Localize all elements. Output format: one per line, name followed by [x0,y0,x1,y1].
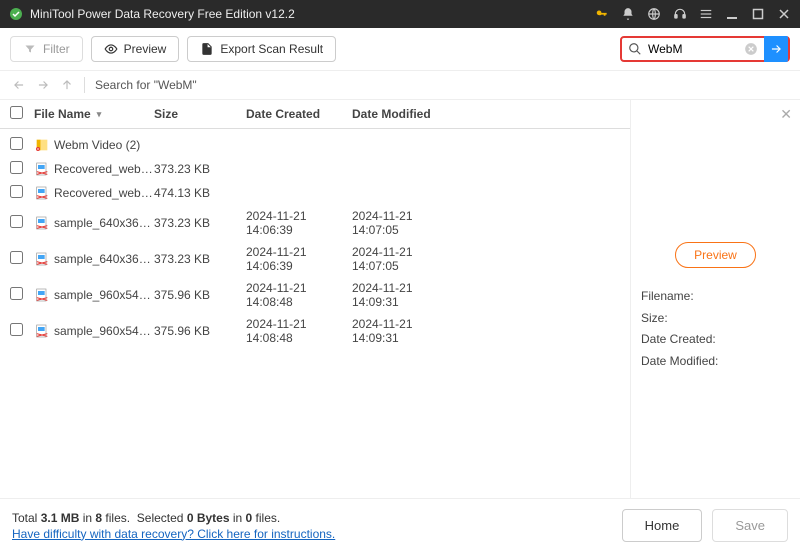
key-icon[interactable] [594,6,610,22]
meta-size: Size: [641,308,790,330]
row-checkbox[interactable] [10,251,23,264]
save-button[interactable]: Save [712,509,788,542]
file-size: 373.23 KB [154,252,246,266]
up-icon[interactable] [60,78,74,92]
nav-bar: Search for "WebM" [0,71,800,100]
row-checkbox[interactable] [10,161,23,174]
globe-icon[interactable] [646,6,662,22]
file-size: 373.23 KB [154,216,246,230]
file-size: 373.23 KB [154,162,246,176]
table-row[interactable]: sample_960x540...375.96 KB2024-11-21 14:… [0,277,630,313]
file-modified: 2024-11-21 14:09:31 [352,281,458,309]
footer: Total 3.1 MB in 8 files. Selected 0 Byte… [0,498,800,552]
toolbar: Filter Preview Export Scan Result [0,28,800,71]
menu-icon[interactable] [698,6,714,22]
row-checkbox[interactable] [10,287,23,300]
home-button[interactable]: Home [622,509,703,542]
minimize-icon[interactable] [724,6,740,22]
filter-label: Filter [43,42,70,56]
file-created: 2024-11-21 14:06:39 [246,245,352,273]
filter-icon [23,42,37,56]
file-table: File Name▾ Size Date Created Date Modifi… [0,100,630,498]
row-checkbox[interactable] [10,185,23,198]
table-row[interactable]: Webm Video (2) [0,133,630,157]
close-preview-icon[interactable]: ✕ [780,106,792,123]
row-checkbox[interactable] [10,215,23,228]
preview-pane: ✕ Preview Filename: Size: Date Created: … [630,100,800,498]
table-row[interactable]: sample_960x540...375.96 KB2024-11-21 14:… [0,313,630,349]
file-name: Recovered_webm... [54,186,154,200]
file-name: sample_960x540... [54,324,154,338]
file-icon [34,161,50,177]
file-modified: 2024-11-21 14:07:05 [352,245,458,273]
filter-button[interactable]: Filter [10,36,83,62]
col-filename[interactable]: File Name▾ [34,107,154,121]
app-logo-icon [8,6,24,22]
file-icon [34,287,50,303]
search-icon [622,42,648,56]
table-row[interactable]: sample_640x360...373.23 KB2024-11-21 14:… [0,241,630,277]
meta-filename: Filename: [641,286,790,308]
export-icon [200,42,214,56]
table-header: File Name▾ Size Date Created Date Modifi… [0,100,630,129]
back-icon[interactable] [12,78,26,92]
bell-icon[interactable] [620,6,636,22]
file-name: Recovered_webm... [54,162,154,176]
footer-info: Total 3.1 MB in 8 files. Selected 0 Byte… [12,511,335,541]
row-checkbox[interactable] [10,323,23,336]
select-all-checkbox[interactable] [10,106,23,119]
help-link[interactable]: Have difficulty with data recovery? Clic… [12,527,335,541]
file-icon [34,251,50,267]
table-row[interactable]: Recovered_webm...373.23 KB [0,157,630,181]
file-name: sample_640x360... [54,216,154,230]
table-row[interactable]: Recovered_webm...474.13 KB [0,181,630,205]
file-name: sample_640x360... [54,252,154,266]
export-label: Export Scan Result [220,42,323,56]
breadcrumb: Search for "WebM" [95,78,197,92]
file-icon [34,215,50,231]
maximize-icon[interactable] [750,6,766,22]
eye-icon [104,42,118,56]
file-name: Webm Video (2) [54,138,140,152]
search-go-button[interactable] [764,36,788,62]
meta-modified: Date Modified: [641,351,790,373]
preview-label: Preview [124,42,167,56]
file-icon [34,185,50,201]
row-checkbox[interactable] [10,137,23,150]
close-icon[interactable] [776,6,792,22]
file-modified: 2024-11-21 14:09:31 [352,317,458,345]
col-created[interactable]: Date Created [246,107,352,121]
file-size: 474.13 KB [154,186,246,200]
headset-icon[interactable] [672,6,688,22]
file-created: 2024-11-21 14:08:48 [246,317,352,345]
file-size: 375.96 KB [154,324,246,338]
col-size[interactable]: Size [154,107,246,121]
search-input[interactable] [648,42,738,56]
file-size: 375.96 KB [154,288,246,302]
meta-created: Date Created: [641,329,790,351]
file-name: sample_960x540... [54,288,154,302]
clear-icon[interactable] [738,42,764,56]
preview-button[interactable]: Preview [91,36,180,62]
preview-file-button[interactable]: Preview [675,242,756,268]
sort-indicator-icon: ▾ [97,109,102,120]
table-row[interactable]: sample_640x360...373.23 KB2024-11-21 14:… [0,205,630,241]
file-modified: 2024-11-21 14:07:05 [352,209,458,237]
folder-icon [34,137,50,153]
search-box [620,36,790,62]
file-icon [34,323,50,339]
titlebar: MiniTool Power Data Recovery Free Editio… [0,0,800,28]
file-created: 2024-11-21 14:08:48 [246,281,352,309]
forward-icon[interactable] [36,78,50,92]
col-modified[interactable]: Date Modified [352,107,458,121]
window-title: MiniTool Power Data Recovery Free Editio… [30,7,594,21]
file-created: 2024-11-21 14:06:39 [246,209,352,237]
export-button[interactable]: Export Scan Result [187,36,336,62]
